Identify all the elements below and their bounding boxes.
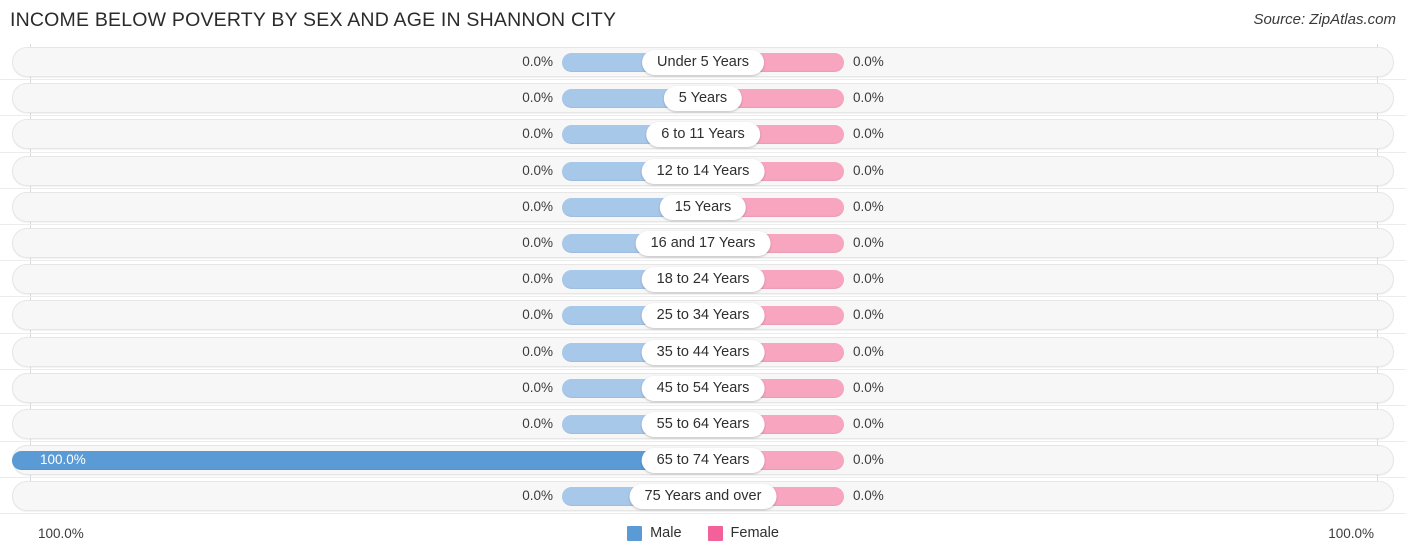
chart-page: INCOME BELOW POVERTY BY SEX AND AGE IN S… xyxy=(0,0,1406,559)
category-label-pill: 15 Years xyxy=(659,194,747,220)
male-value-label: 0.0% xyxy=(522,198,553,214)
category-label-pill: 5 Years xyxy=(663,86,743,112)
female-value-label: 0.0% xyxy=(853,343,884,359)
legend-male[interactable]: Male xyxy=(627,525,682,541)
bar-row: 100.0% 0.0% 65 to 74 Years xyxy=(0,442,1406,479)
male-value-label: 0.0% xyxy=(522,415,553,431)
male-value-label: 0.0% xyxy=(522,126,553,142)
category-label-pill: Under 5 Years xyxy=(642,50,764,75)
category-label-pill: 12 to 14 Years xyxy=(641,158,765,184)
bar-row: 0.0% 0.0% 15 Years xyxy=(0,189,1406,225)
male-value-label: 0.0% xyxy=(522,379,553,395)
category-label-pill: 35 to 44 Years xyxy=(641,339,765,365)
bar-row: 0.0% 0.0% 18 to 24 Years xyxy=(0,261,1406,298)
legend-female[interactable]: Female xyxy=(707,525,779,541)
female-value-label: 0.0% xyxy=(853,90,884,106)
bar-row: 0.0% 0.0% 12 to 14 Years xyxy=(0,153,1406,189)
legend-label: Male xyxy=(650,525,682,541)
bar-row-list: 0.0% 0.0% Under 5 Years 0.0% 0.0% 5 Years 0.0%… xyxy=(0,44,1406,515)
male-value-label: 0.0% xyxy=(522,90,553,106)
male-value-label: 0.0% xyxy=(522,271,553,287)
bar-row: 0.0% 0.0% 5 Years xyxy=(0,80,1406,117)
category-label-pill: 45 to 54 Years xyxy=(641,375,765,401)
category-label-pill: 6 to 11 Years xyxy=(646,122,760,148)
category-label-pill: 55 to 64 Years xyxy=(641,411,765,437)
legend-swatch-icon xyxy=(707,525,723,541)
female-value-label: 0.0% xyxy=(853,415,884,431)
chart-header: INCOME BELOW POVERTY BY SEX AND AGE IN S… xyxy=(0,0,1406,44)
male-value-label: 0.0% xyxy=(522,234,553,250)
female-value-label: 0.0% xyxy=(853,307,884,323)
female-value-label: 0.0% xyxy=(853,379,884,395)
male-value-label: 0.0% xyxy=(522,307,553,323)
category-label-pill: 16 and 17 Years xyxy=(635,230,771,256)
chart-plot-area: 0.0% 0.0% Under 5 Years 0.0% 0.0% 5 Years 0.0%… xyxy=(0,44,1406,520)
female-value-label: 0.0% xyxy=(853,198,884,214)
bar-row: 0.0% 0.0% Under 5 Years xyxy=(0,44,1406,81)
male-bar[interactable] xyxy=(12,451,703,471)
bar-row: 0.0% 0.0% 35 to 44 Years xyxy=(0,334,1406,370)
female-value-label: 0.0% xyxy=(853,54,884,69)
chart-legend: Male Female xyxy=(0,525,1406,541)
female-value-label: 0.0% xyxy=(853,126,884,142)
female-value-label: 0.0% xyxy=(853,162,884,178)
category-label-pill: 75 Years and over xyxy=(629,484,777,510)
chart-footer: 100.0% 100.0% Male Female xyxy=(0,520,1406,559)
bar-row: 0.0% 0.0% 55 to 64 Years xyxy=(0,406,1406,443)
category-label-pill: 18 to 24 Years xyxy=(641,267,765,293)
female-value-label: 0.0% xyxy=(853,234,884,250)
legend-swatch-icon xyxy=(627,525,643,541)
female-value-label: 0.0% xyxy=(853,271,884,287)
bar-row: 0.0% 0.0% 16 and 17 Years xyxy=(0,225,1406,262)
male-value-label: 0.0% xyxy=(522,488,553,504)
bar-row: 0.0% 0.0% 6 to 11 Years xyxy=(0,116,1406,153)
male-value-label: 0.0% xyxy=(522,343,553,359)
source-attribution: Source: ZipAtlas.com xyxy=(1253,11,1396,28)
bar-row: 0.0% 0.0% 25 to 34 Years xyxy=(0,297,1406,334)
bar-row: 0.0% 0.0% 45 to 54 Years xyxy=(0,370,1406,406)
page-title: INCOME BELOW POVERTY BY SEX AND AGE IN S… xyxy=(10,9,617,31)
female-value-label: 0.0% xyxy=(853,488,884,504)
legend-label: Female xyxy=(730,525,779,541)
category-label-pill: 25 to 34 Years xyxy=(641,303,765,329)
male-value-label: 0.0% xyxy=(522,162,553,178)
category-label-pill: 65 to 74 Years xyxy=(641,448,765,474)
male-value-label: 0.0% xyxy=(522,54,553,69)
row-divider xyxy=(0,513,1406,515)
male-value-label: 100.0% xyxy=(40,452,86,468)
bar-row: 0.0% 0.0% 75 Years and over xyxy=(0,478,1406,515)
female-value-label: 0.0% xyxy=(853,452,884,468)
